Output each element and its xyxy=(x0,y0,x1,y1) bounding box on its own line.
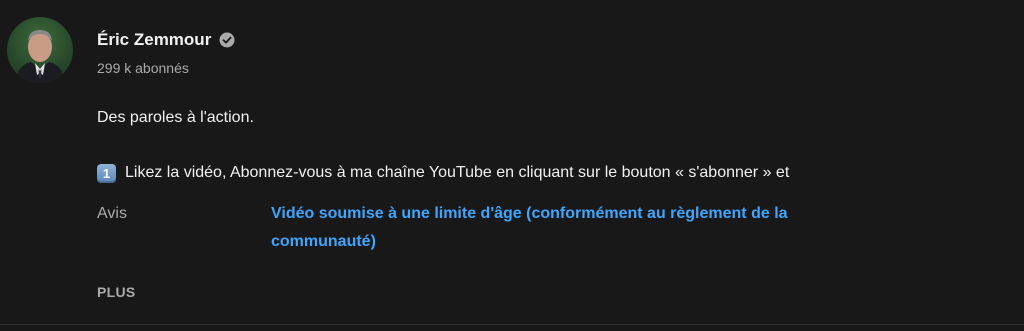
verified-check-icon xyxy=(219,32,235,48)
channel-name-row: Éric Zemmour xyxy=(97,30,235,50)
description-line-1: Des paroles à l'action. xyxy=(97,109,254,126)
metadata-label: Avis xyxy=(97,205,127,222)
age-restriction-link[interactable]: Vidéo soumise à une limite d'âge (confor… xyxy=(271,200,891,256)
avatar-portrait-icon xyxy=(15,30,65,83)
keycap-one-icon: 1 xyxy=(97,163,116,183)
description-line-2-text: Likez la vidéo, Abonnez-vous à ma chaîne… xyxy=(125,164,790,181)
divider xyxy=(0,324,1024,325)
channel-avatar[interactable] xyxy=(7,17,73,83)
show-more-button[interactable]: PLUS xyxy=(97,284,136,300)
video-description-panel: Éric Zemmour 299 k abonnés Des paroles à… xyxy=(0,0,1024,331)
channel-name[interactable]: Éric Zemmour xyxy=(97,30,211,50)
subscriber-count: 299 k abonnés xyxy=(97,60,189,76)
description-line-2: 1 Likez la vidéo, Abonnez-vous à ma chaî… xyxy=(97,163,789,183)
